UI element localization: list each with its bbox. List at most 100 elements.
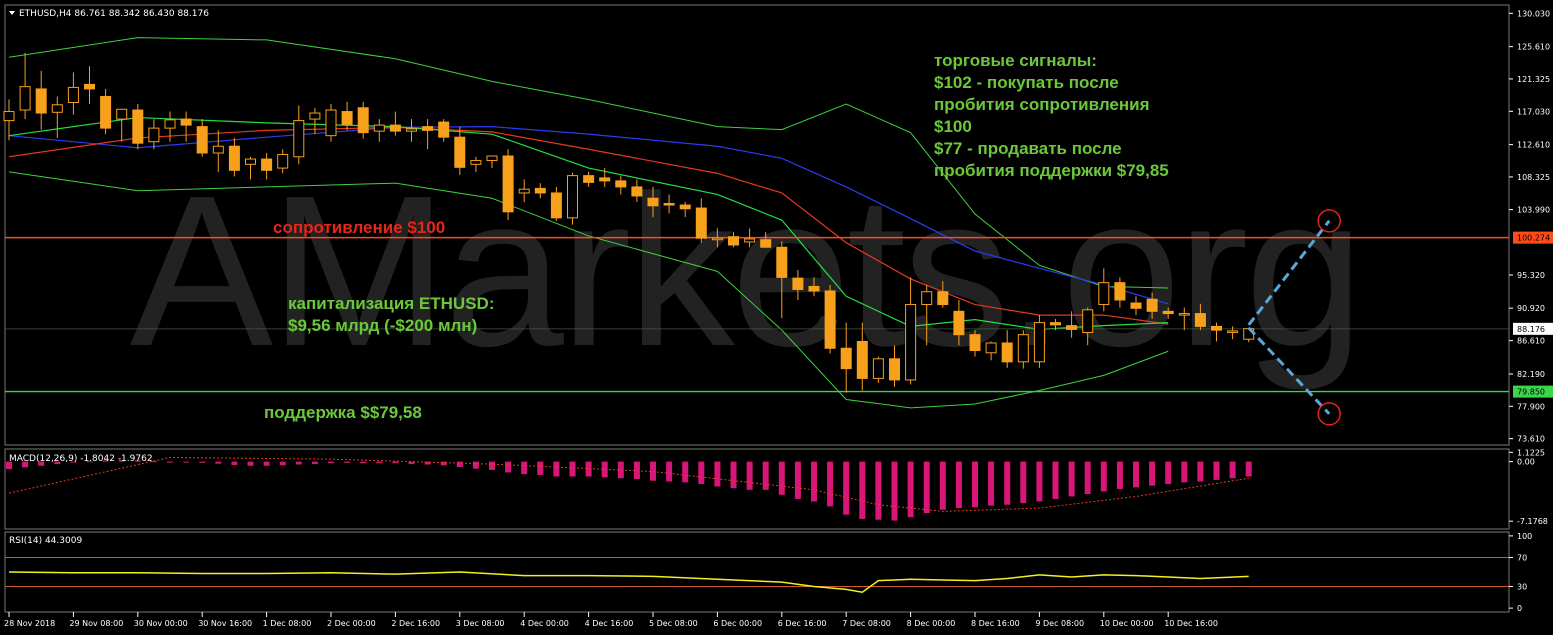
macd-histogram-bar — [328, 461, 334, 464]
macd-histogram-bar — [1181, 461, 1188, 483]
candle-body — [357, 107, 369, 134]
candle-body — [1178, 313, 1190, 316]
candle-body — [486, 155, 498, 162]
capitalization-line-2: $9,56 млрд (-$200 млн) — [288, 316, 477, 335]
macd-histogram-bar — [666, 461, 673, 482]
candle-body — [67, 86, 79, 103]
macd-histogram-bar — [988, 461, 995, 506]
candle-body — [889, 358, 900, 381]
resistance-annotation: сопротивление $100 — [273, 218, 445, 237]
time-tick-label: 6 Dec 16:00 — [778, 619, 827, 628]
macd-histogram-bar — [859, 461, 866, 519]
macd-histogram-bar — [875, 461, 882, 520]
macd-histogram-bar — [392, 461, 399, 464]
watermark: AMarkets.org — [130, 150, 1360, 391]
macd-histogram-bar — [794, 461, 801, 499]
candle-body — [196, 126, 208, 154]
rsi-tick-label: 70 — [1517, 554, 1527, 563]
macd-histogram-bar — [827, 461, 834, 507]
price-tick-label: 82.190 — [1517, 370, 1545, 379]
candle-body — [1227, 330, 1239, 333]
candle-body — [550, 192, 562, 219]
candle-body — [1066, 325, 1078, 330]
macd-title: MACD(12,26,9) -1.8042 -1.9762 — [9, 454, 153, 464]
macd-histogram-bar — [472, 461, 479, 469]
candle-body — [1146, 298, 1158, 312]
candle-body — [1017, 334, 1029, 363]
candle-body — [840, 347, 852, 370]
candle-body — [1211, 325, 1222, 331]
macd-histogram-bar — [1133, 461, 1139, 488]
time-tick-label: 6 Dec 00:00 — [713, 619, 762, 628]
price-tick-label: 125.610 — [1517, 43, 1550, 52]
candle-body — [518, 188, 530, 194]
macd-histogram-bar — [730, 461, 737, 489]
candle-body — [792, 277, 804, 290]
candle-body — [711, 237, 723, 241]
macd-histogram-bar — [939, 461, 946, 510]
candle-body — [261, 158, 273, 171]
candle-body — [309, 112, 321, 120]
rsi-tick-label: 100 — [1517, 532, 1532, 541]
macd-histogram-bar — [376, 461, 383, 464]
candle-body — [969, 334, 981, 352]
macd-histogram-bar — [344, 461, 351, 463]
symbol-header: ETHUSD,H4 86.761 88.342 86.430 88.176 — [19, 9, 209, 19]
candle-body — [856, 340, 868, 379]
price-tick-label: 103.990 — [1517, 206, 1550, 215]
candle-body — [502, 155, 514, 213]
candle-body — [583, 175, 595, 183]
candle-body — [1050, 322, 1061, 326]
candle-body — [808, 285, 820, 292]
macd-histogram-bar — [167, 461, 173, 463]
macd-histogram-bar — [505, 461, 512, 473]
rsi-title: RSI(14) 44.3009 — [9, 536, 82, 546]
candle-body — [728, 236, 739, 246]
candle-body — [824, 290, 836, 349]
price-tick-label: 121.325 — [1517, 75, 1550, 84]
macd-histogram-bar — [199, 461, 206, 463]
time-tick-label: 3 Dec 08:00 — [456, 619, 505, 628]
candle-body — [647, 197, 659, 207]
candle-body — [1130, 302, 1142, 309]
macd-histogram-bar — [762, 461, 769, 490]
candle-body — [373, 124, 385, 132]
candle-body — [679, 204, 691, 210]
candle-body — [470, 160, 482, 165]
resistance-price-badge: 100.274 — [1517, 234, 1550, 243]
price-tick-label: 117.030 — [1517, 107, 1550, 116]
time-tick-label: 28 Nov 2018 — [4, 619, 55, 628]
time-tick-label: 29 Nov 08:00 — [69, 619, 123, 628]
candle-body — [3, 111, 15, 122]
time-tick-label: 8 Dec 00:00 — [907, 619, 956, 628]
time-tick-label: 10 Dec 16:00 — [1164, 619, 1218, 628]
time-tick-label: 10 Dec 00:00 — [1100, 619, 1154, 628]
time-tick-label: 5 Dec 08:00 — [649, 619, 698, 628]
macd-histogram-bar — [955, 461, 962, 509]
candle-body — [631, 186, 643, 197]
macd-histogram-bar — [778, 461, 785, 495]
rsi-tick-label: 0 — [1517, 604, 1522, 613]
macd-histogram-bar — [1197, 461, 1204, 482]
candle-body — [953, 310, 965, 336]
macd-histogram-bar — [231, 461, 238, 465]
time-tick-label: 9 Dec 08:00 — [1035, 619, 1084, 628]
time-tick-label: 7 Dec 08:00 — [842, 619, 891, 628]
macd-histogram-bar — [263, 461, 270, 466]
candle-body — [1033, 322, 1045, 363]
candle-body — [245, 158, 256, 165]
price-tick-label: 108.325 — [1517, 173, 1550, 182]
macd-histogram-bar — [682, 461, 689, 483]
macd-tick-label: 0.00 — [1517, 458, 1535, 467]
candle-body — [84, 83, 95, 90]
candle-body — [567, 175, 578, 219]
signals-line-3: пробития сопротивления — [934, 95, 1150, 114]
macd-histogram-bar — [1084, 461, 1091, 494]
candle-body — [937, 291, 949, 306]
time-tick-label: 4 Dec 16:00 — [585, 619, 634, 628]
candle-body — [1001, 342, 1013, 363]
candle-body — [325, 109, 337, 137]
price-tick-label: 86.610 — [1517, 337, 1545, 346]
candle-body — [599, 177, 611, 182]
current-price-badge: 88.176 — [1517, 325, 1545, 334]
